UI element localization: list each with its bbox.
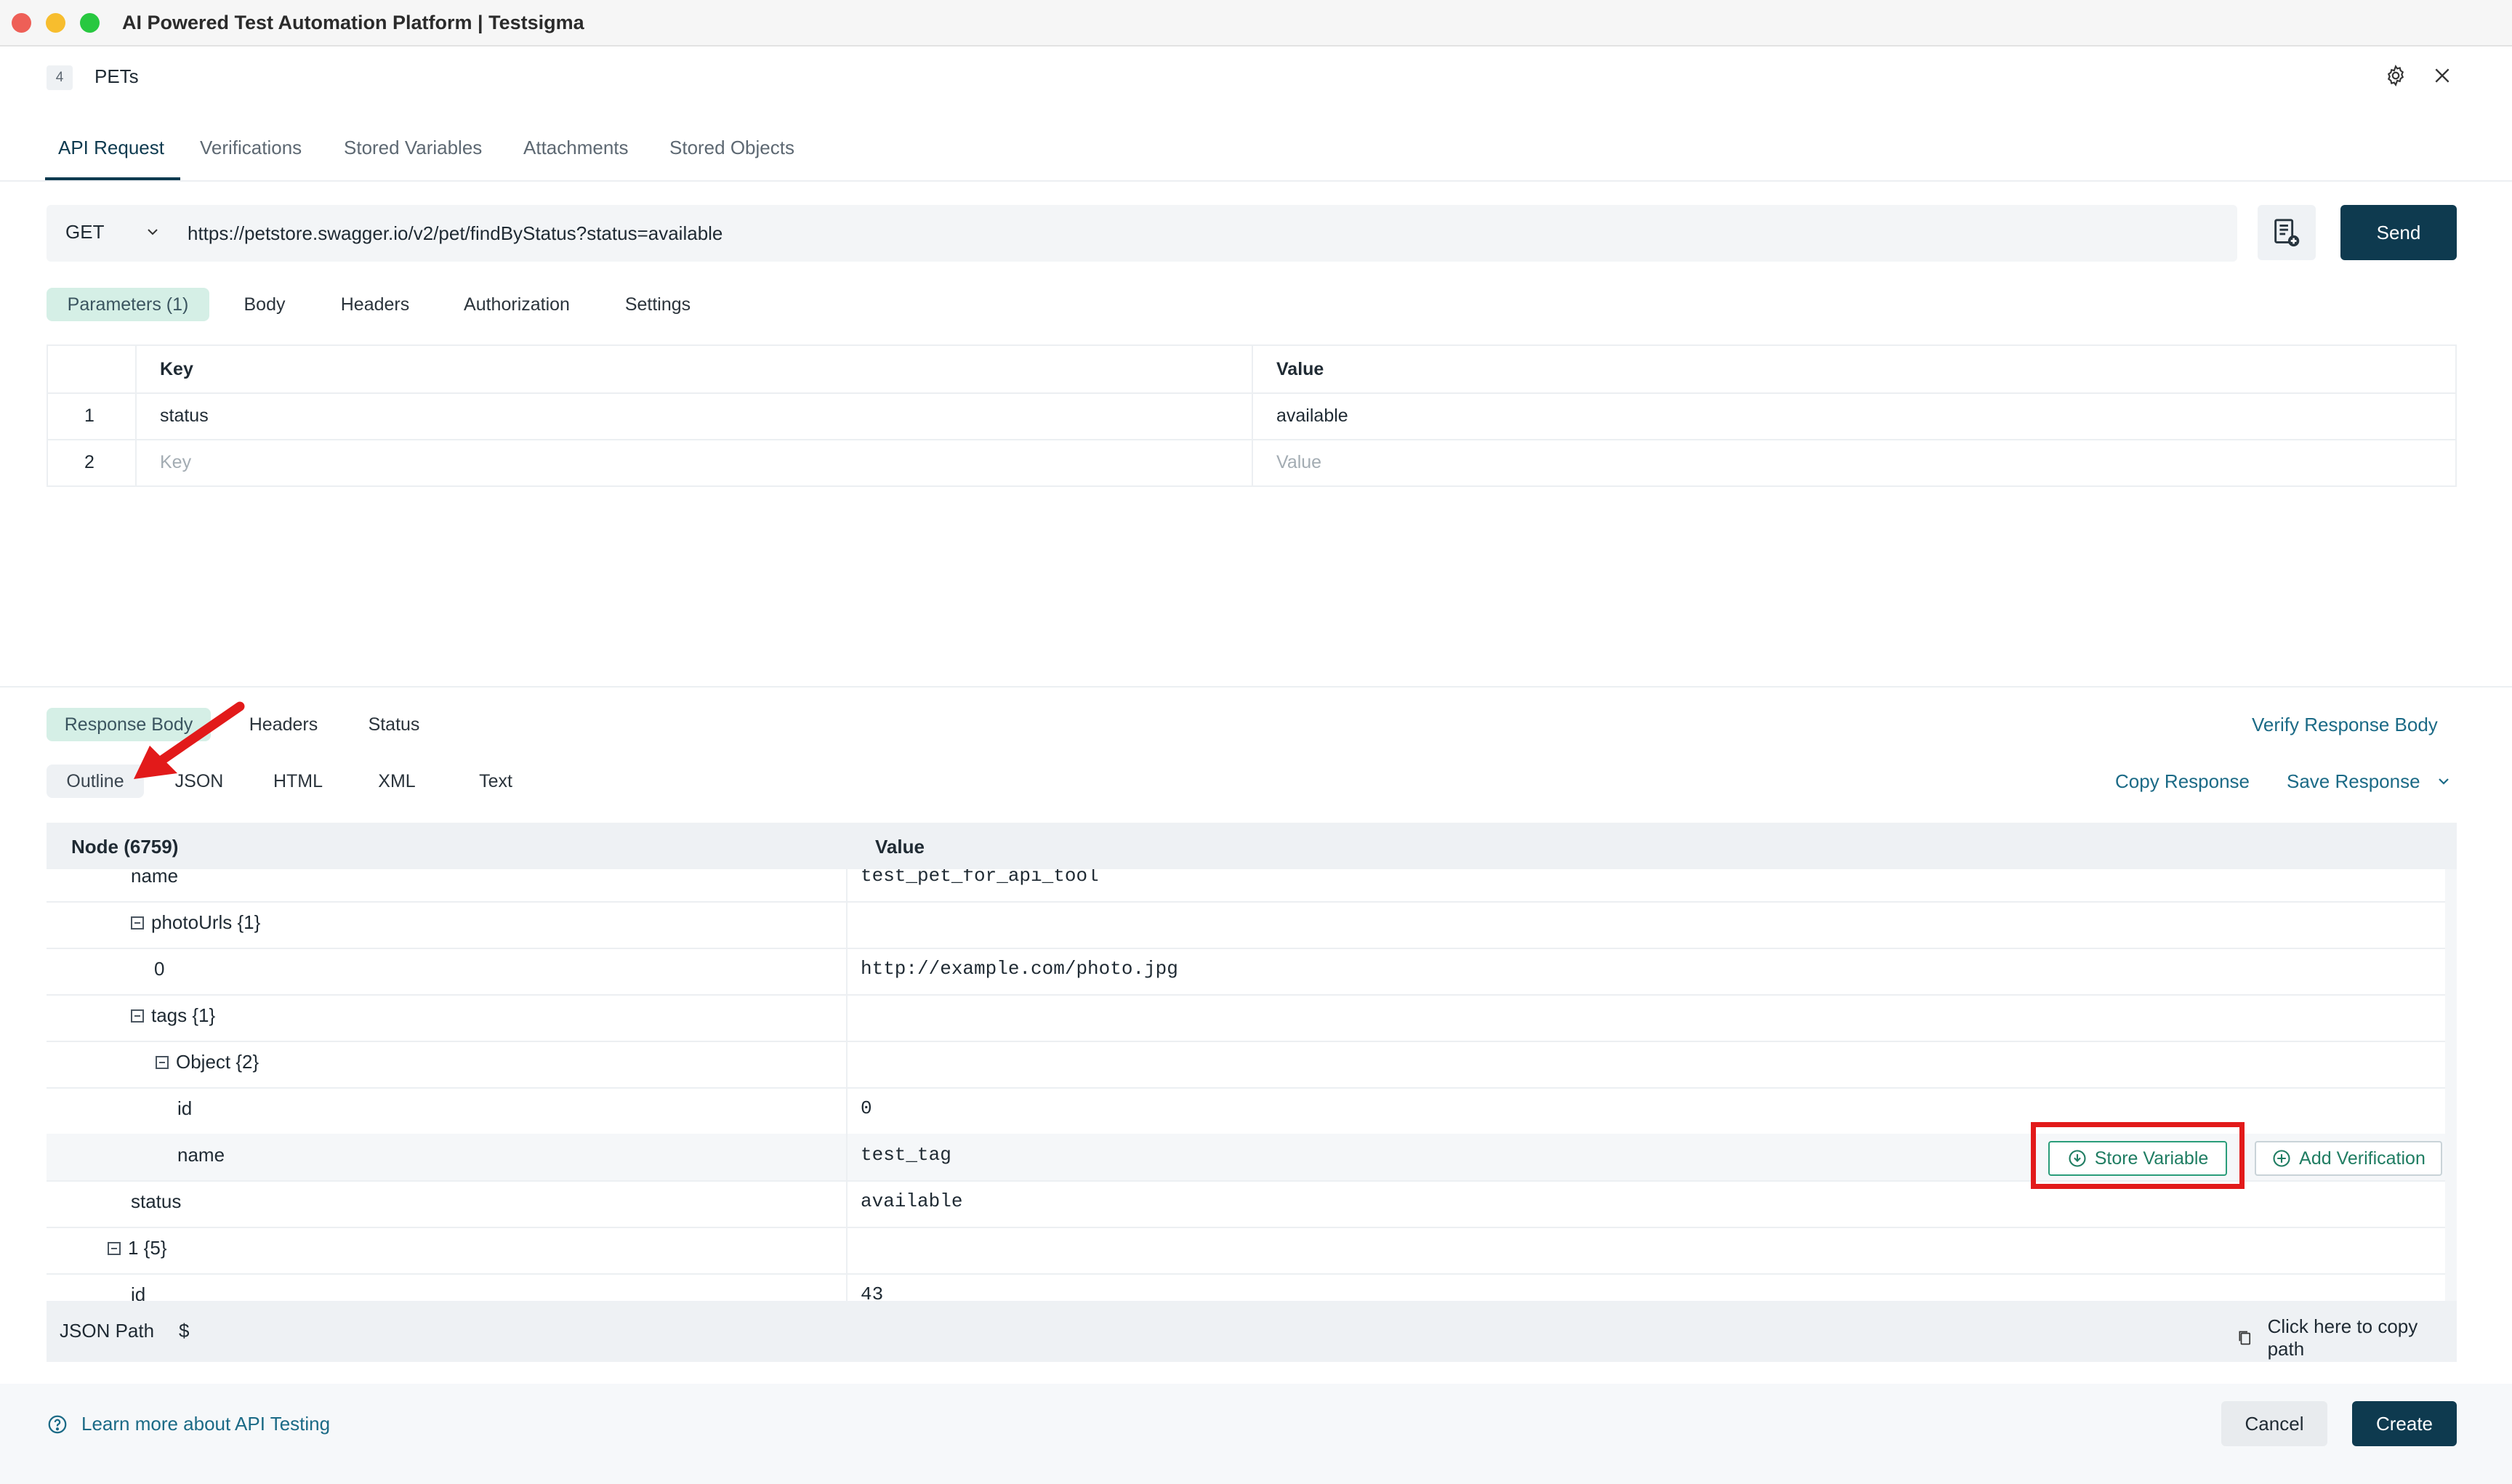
window-titlebar: AI Powered Test Automation Platform | Te… xyxy=(0,0,2512,47)
section-divider xyxy=(0,686,2512,687)
table-row: 1 status available xyxy=(48,392,2455,440)
collapse-icon[interactable] xyxy=(156,1055,169,1069)
table-row: 2 Key Value xyxy=(48,439,2455,485)
outline-header: Node (6759) Value xyxy=(47,823,2457,869)
save-response-link[interactable]: Save Response xyxy=(2287,770,2420,793)
node-key: Object {2} xyxy=(176,1051,259,1073)
gear-icon[interactable] xyxy=(2380,60,2412,92)
window-title: AI Powered Test Automation Platform | Te… xyxy=(122,12,584,33)
outline-row[interactable]: Object {2} xyxy=(47,1041,2445,1089)
tabs-divider xyxy=(0,180,2512,182)
node-key: id xyxy=(177,1097,193,1119)
column-header-key: Key xyxy=(160,359,193,379)
url-input[interactable] xyxy=(186,206,2221,260)
tab-response-headers[interactable]: Headers xyxy=(234,708,333,741)
tab-body[interactable]: Body xyxy=(230,288,299,321)
response-outline-table: name test_pet_for_api_tool photoUrls {1}… xyxy=(47,823,2457,1362)
json-path-value: $ xyxy=(179,1320,190,1342)
param-value-field[interactable]: available xyxy=(1276,392,1348,439)
red-arrow-annotation xyxy=(134,701,245,779)
parameters-table: Key Value 1 status available 2 Key Value xyxy=(47,344,2457,487)
param-key-field[interactable]: status xyxy=(160,392,209,439)
json-path-bar: JSON Path $ Click here to copy path xyxy=(47,1301,2457,1362)
column-header-value: Value xyxy=(875,836,925,858)
node-key: status xyxy=(131,1190,182,1212)
window-close-button[interactable] xyxy=(12,13,31,33)
vertical-scrollbar[interactable] xyxy=(2445,869,2457,1301)
node-key: 1 {5} xyxy=(128,1237,167,1259)
tab-parameters[interactable]: Parameters (1) xyxy=(47,288,209,321)
node-key: id xyxy=(131,1283,146,1301)
copy-response-link[interactable]: Copy Response xyxy=(2115,770,2250,793)
node-key: 0 xyxy=(154,958,165,980)
tab-stored-objects[interactable]: Stored Objects xyxy=(669,137,794,159)
tab-verifications[interactable]: Verifications xyxy=(200,137,302,159)
tab-stored-variables[interactable]: Stored Variables xyxy=(344,137,482,159)
param-key-input[interactable]: Key xyxy=(160,439,191,485)
create-button[interactable]: Create xyxy=(2352,1401,2457,1446)
row-number: 2 xyxy=(84,452,94,472)
tab-attachments[interactable]: Attachments xyxy=(523,137,629,159)
tab-api-request[interactable]: API Request xyxy=(58,137,164,159)
document-add-icon[interactable] xyxy=(2258,205,2316,260)
learn-more-link[interactable]: Learn more about API Testing xyxy=(47,1413,330,1435)
format-tab-xml[interactable]: XML xyxy=(359,765,435,798)
outline-row[interactable]: photoUrls {1} xyxy=(47,901,2445,949)
chevron-down-icon[interactable] xyxy=(145,221,160,246)
node-value: 43 xyxy=(861,1283,884,1301)
column-header-node: Node (6759) xyxy=(71,836,179,858)
format-tab-text[interactable]: Text xyxy=(458,765,534,798)
node-value: http://example.com/photo.jpg xyxy=(861,958,1178,980)
chevron-down-icon[interactable] xyxy=(2436,772,2451,794)
column-header-value: Value xyxy=(1276,359,1324,379)
send-button[interactable]: Send xyxy=(2340,205,2457,260)
help-circle-icon xyxy=(48,1415,67,1433)
cancel-button[interactable]: Cancel xyxy=(2221,1401,2327,1446)
node-value: 0 xyxy=(861,1097,872,1119)
highlight-box xyxy=(2031,1122,2245,1189)
window-zoom-button[interactable] xyxy=(80,13,100,33)
node-value: available xyxy=(861,1190,963,1212)
tab-response-status[interactable]: Status xyxy=(353,708,435,741)
verify-response-body-link[interactable]: Verify Response Body xyxy=(2252,714,2438,736)
json-path-label: JSON Path xyxy=(60,1320,155,1342)
page-title: PETs xyxy=(94,65,139,87)
step-number-badge: 4 xyxy=(47,65,73,90)
outline-row[interactable]: 0 http://example.com/photo.jpg xyxy=(47,948,2445,996)
copy-path-button[interactable]: Click here to copy path xyxy=(2236,1315,2457,1360)
tab-headers[interactable]: Headers xyxy=(326,288,424,321)
close-icon[interactable] xyxy=(2426,60,2458,92)
plus-circle-icon xyxy=(2273,1150,2290,1167)
collapse-icon[interactable] xyxy=(131,916,144,929)
node-key: tags {1} xyxy=(151,1004,216,1026)
outline-row[interactable]: name test_pet_for_api_tool xyxy=(47,869,2445,903)
tab-settings[interactable]: Settings xyxy=(612,288,704,321)
method-select[interactable]: GET xyxy=(65,221,104,243)
table-header-row: Key Value xyxy=(48,346,2455,394)
outline-row[interactable]: id 43 xyxy=(47,1273,2445,1301)
window-minimize-button[interactable] xyxy=(46,13,65,33)
node-value: test_tag xyxy=(861,1144,951,1166)
row-number: 1 xyxy=(84,406,94,426)
format-tab-html[interactable]: HTML xyxy=(257,765,339,798)
active-tab-indicator xyxy=(45,177,180,180)
footer xyxy=(0,1384,2512,1484)
add-verification-button[interactable]: Add Verification xyxy=(2255,1141,2442,1176)
outline-row[interactable]: 1 {5} xyxy=(47,1227,2445,1275)
outline-row[interactable]: tags {1} xyxy=(47,994,2445,1042)
tab-authorization[interactable]: Authorization xyxy=(448,288,586,321)
outline-rows: name test_pet_for_api_tool photoUrls {1}… xyxy=(47,869,2445,1301)
node-value: test_pet_for_api_tool xyxy=(861,869,1099,887)
copy-icon xyxy=(2239,1331,2251,1345)
node-key: name xyxy=(131,869,179,887)
collapse-icon[interactable] xyxy=(108,1241,121,1255)
node-key: photoUrls {1} xyxy=(151,911,261,933)
collapse-icon[interactable] xyxy=(131,1009,144,1023)
param-value-input[interactable]: Value xyxy=(1276,439,1321,485)
node-key: name xyxy=(177,1144,225,1166)
